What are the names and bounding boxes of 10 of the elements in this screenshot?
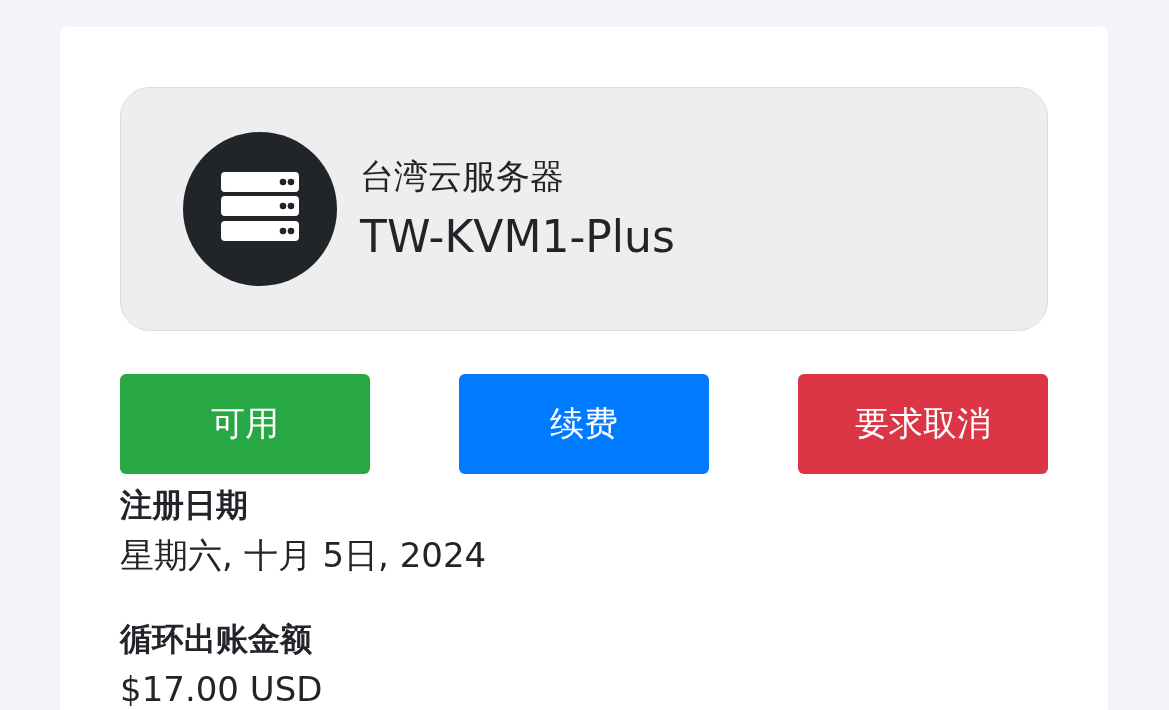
renew-button[interactable]: 续费 [459, 374, 709, 474]
product-name: TW-KVM1-Plus [360, 210, 675, 264]
detail-value: $17.00 USD [120, 668, 324, 710]
detail-label: 注册日期 [120, 485, 249, 526]
product-group: 台湾云服务器 [360, 153, 675, 199]
detail-value: 星期六, 十月 5日, 2024 [120, 534, 488, 577]
cancel-button[interactable]: 要求取消 [798, 374, 1048, 474]
detail-label: 循环出账金额 [120, 619, 313, 660]
server-icon [183, 132, 337, 286]
status-button[interactable]: 可用 [120, 374, 370, 474]
